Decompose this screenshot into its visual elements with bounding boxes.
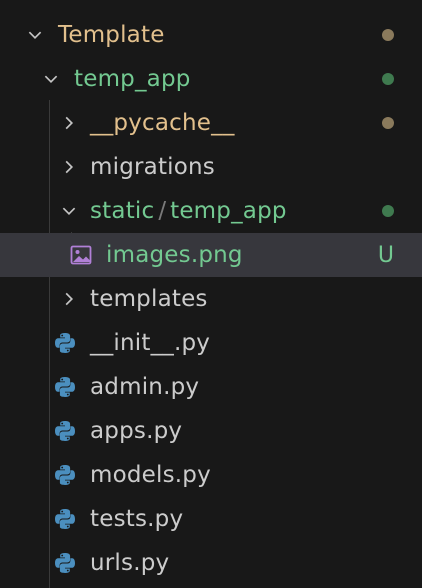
folder-label-part: temp_app (170, 198, 287, 224)
python-icon (52, 330, 78, 356)
folder-row-templates[interactable]: templates (0, 277, 422, 321)
folder-row-migrations[interactable]: migrations (0, 145, 422, 189)
file-row-tests-py[interactable]: tests.py (0, 497, 422, 541)
chevron-right-icon (58, 112, 80, 134)
file-label: tests.py (90, 506, 184, 532)
file-row-apps-py[interactable]: apps.py (0, 409, 422, 453)
file-label: urls.py (90, 550, 170, 576)
untracked-status-dot (382, 205, 394, 217)
folder-label: Template (58, 22, 165, 48)
folder-row-pycache[interactable]: __pycache__ (0, 101, 422, 145)
python-icon (52, 462, 78, 488)
file-explorer: Template temp_app __pycache__ migrations… (0, 0, 422, 588)
file-row-init-py[interactable]: __init__.py (0, 321, 422, 365)
chevron-right-icon (58, 288, 80, 310)
folder-row-template[interactable]: Template (0, 13, 422, 57)
untracked-badge: U (377, 242, 394, 268)
chevron-down-icon (24, 24, 46, 46)
untracked-status-dot (382, 73, 394, 85)
file-row-images-png[interactable]: images.png U (0, 233, 422, 277)
folder-row-static-temp-app[interactable]: static / temp_app (0, 189, 422, 233)
python-icon (52, 418, 78, 444)
folder-label: __pycache__ (90, 110, 235, 136)
folder-label: migrations (90, 154, 215, 180)
chevron-down-icon (58, 200, 80, 222)
modified-status-dot (382, 117, 394, 129)
modified-status-dot (382, 29, 394, 41)
path-separator: / (158, 198, 167, 224)
python-icon (52, 374, 78, 400)
file-row-models-py[interactable]: models.py (0, 453, 422, 497)
chevron-right-icon (58, 156, 80, 178)
file-label: models.py (90, 462, 211, 488)
chevron-down-icon (40, 68, 62, 90)
file-row-urls-py[interactable]: urls.py (0, 541, 422, 585)
image-file-icon (68, 242, 94, 268)
folder-row-temp-app[interactable]: temp_app (0, 57, 422, 101)
file-row-admin-py[interactable]: admin.py (0, 365, 422, 409)
file-label: admin.py (90, 374, 200, 400)
python-icon (52, 506, 78, 532)
folder-label: templates (90, 286, 208, 312)
folder-label-part: static (90, 198, 155, 224)
folder-label: temp_app (74, 66, 191, 92)
file-label: __init__.py (90, 330, 211, 356)
file-label: images.png (106, 242, 243, 268)
file-label: apps.py (90, 418, 183, 444)
python-icon (52, 550, 78, 576)
